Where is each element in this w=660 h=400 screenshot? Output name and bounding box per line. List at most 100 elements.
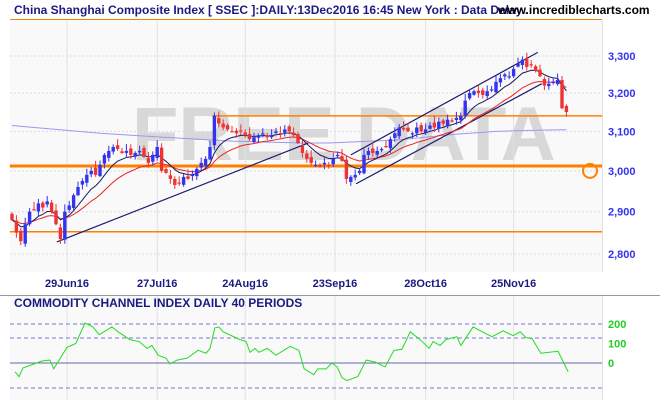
candle-body <box>305 153 309 159</box>
candle-body <box>459 115 463 121</box>
candle-body <box>287 126 291 132</box>
candle-body <box>445 119 450 127</box>
candle-body <box>76 187 80 196</box>
price-tick-label: 3,100 <box>608 126 636 138</box>
site-link[interactable]: www.incrediblecharts.com <box>497 3 650 17</box>
candle-body <box>151 154 155 162</box>
candle-body <box>181 176 186 185</box>
candle-body <box>217 118 221 124</box>
candle-body <box>472 91 476 95</box>
candle-body <box>560 79 564 109</box>
candle-body <box>58 227 63 240</box>
candle-body <box>415 127 419 134</box>
candle-body <box>397 127 401 137</box>
cci-title: COMMODITY CHANNEL INDEX DAILY 40 PERIODS <box>14 296 302 310</box>
candle-body <box>41 202 45 208</box>
candle-body <box>318 164 322 167</box>
price-tick-label: 3,200 <box>608 88 636 100</box>
candle-body <box>362 154 366 174</box>
candle-body <box>520 59 525 65</box>
candle-body <box>327 164 331 166</box>
candle-body <box>256 135 261 138</box>
candle-body <box>423 129 428 134</box>
candle-body <box>432 122 437 128</box>
candle-body <box>476 90 481 94</box>
candle-body <box>80 180 85 185</box>
price-tick-label: 2,900 <box>608 207 636 219</box>
candle-body <box>428 125 432 129</box>
candle-body <box>252 137 256 143</box>
candle-body <box>142 147 146 157</box>
candle-body <box>357 170 362 174</box>
candle-body <box>120 151 124 153</box>
date-tick-label: 29Jun16 <box>45 278 89 290</box>
candle-body <box>208 146 212 160</box>
candle-body <box>529 64 533 66</box>
candle-body <box>410 133 415 135</box>
candle-body <box>247 134 252 140</box>
candle-body <box>10 213 14 221</box>
candle-body <box>190 174 195 177</box>
candle-body <box>340 156 344 161</box>
candle-body <box>111 146 115 152</box>
candle-body <box>551 81 555 84</box>
candle-body <box>406 127 410 132</box>
candle-body <box>533 66 538 71</box>
candle-body <box>419 125 423 132</box>
candle-body <box>296 134 300 144</box>
candle-body <box>203 158 208 166</box>
candle-body <box>230 131 234 133</box>
candle-body <box>379 148 384 151</box>
candle-body <box>261 133 265 135</box>
candle-body <box>498 78 503 83</box>
price-tick-label: 3,300 <box>608 51 636 63</box>
watermark: FREE DATA <box>132 92 556 177</box>
candle-body <box>366 150 371 155</box>
candle-body <box>450 120 454 122</box>
candle-body <box>265 135 269 138</box>
candle-body <box>454 117 459 120</box>
candle-body <box>564 105 569 113</box>
date-tick-label: 24Aug16 <box>222 278 268 290</box>
candle-body <box>89 170 93 175</box>
candle-body <box>146 158 151 163</box>
candle-body <box>23 224 27 244</box>
candle-body <box>234 130 239 134</box>
stock-chart: China Shanghai Composite Index [ SSEC ]:… <box>0 0 660 400</box>
candle-body <box>239 130 243 132</box>
candle-body <box>177 182 181 184</box>
candle-body <box>164 169 168 173</box>
candle-body <box>322 162 327 165</box>
candle-body <box>269 135 274 138</box>
candle-body <box>371 148 375 153</box>
candle-body <box>195 168 199 177</box>
candle-body <box>283 129 287 133</box>
candle-body <box>485 91 489 97</box>
candle-body <box>199 162 203 168</box>
candle-body <box>93 167 98 175</box>
date-tick-label: 28Oct16 <box>404 278 447 290</box>
chart-title: China Shanghai Composite Index [ SSEC ]:… <box>14 3 528 17</box>
candle-body <box>155 146 159 158</box>
candle-body <box>375 150 379 155</box>
candle-body <box>388 139 393 149</box>
price-tick-label: 2,800 <box>608 249 636 261</box>
candle-body <box>300 146 305 153</box>
candle-body <box>159 147 164 171</box>
candle-body <box>507 76 511 78</box>
price-tick-label: 3,000 <box>608 166 636 178</box>
candle-body <box>186 176 190 179</box>
candle-body <box>349 176 353 182</box>
candle-body <box>221 123 225 128</box>
candle-body <box>309 157 313 163</box>
candle-body <box>503 74 507 77</box>
candle-body <box>173 178 177 185</box>
candle-body <box>243 132 247 136</box>
candle-body <box>67 205 71 210</box>
candle-body <box>85 174 89 183</box>
candle-body <box>168 175 173 179</box>
candle-body <box>538 69 542 77</box>
candle-body <box>437 121 441 129</box>
candle-body <box>401 128 406 130</box>
candle-body <box>27 211 32 225</box>
